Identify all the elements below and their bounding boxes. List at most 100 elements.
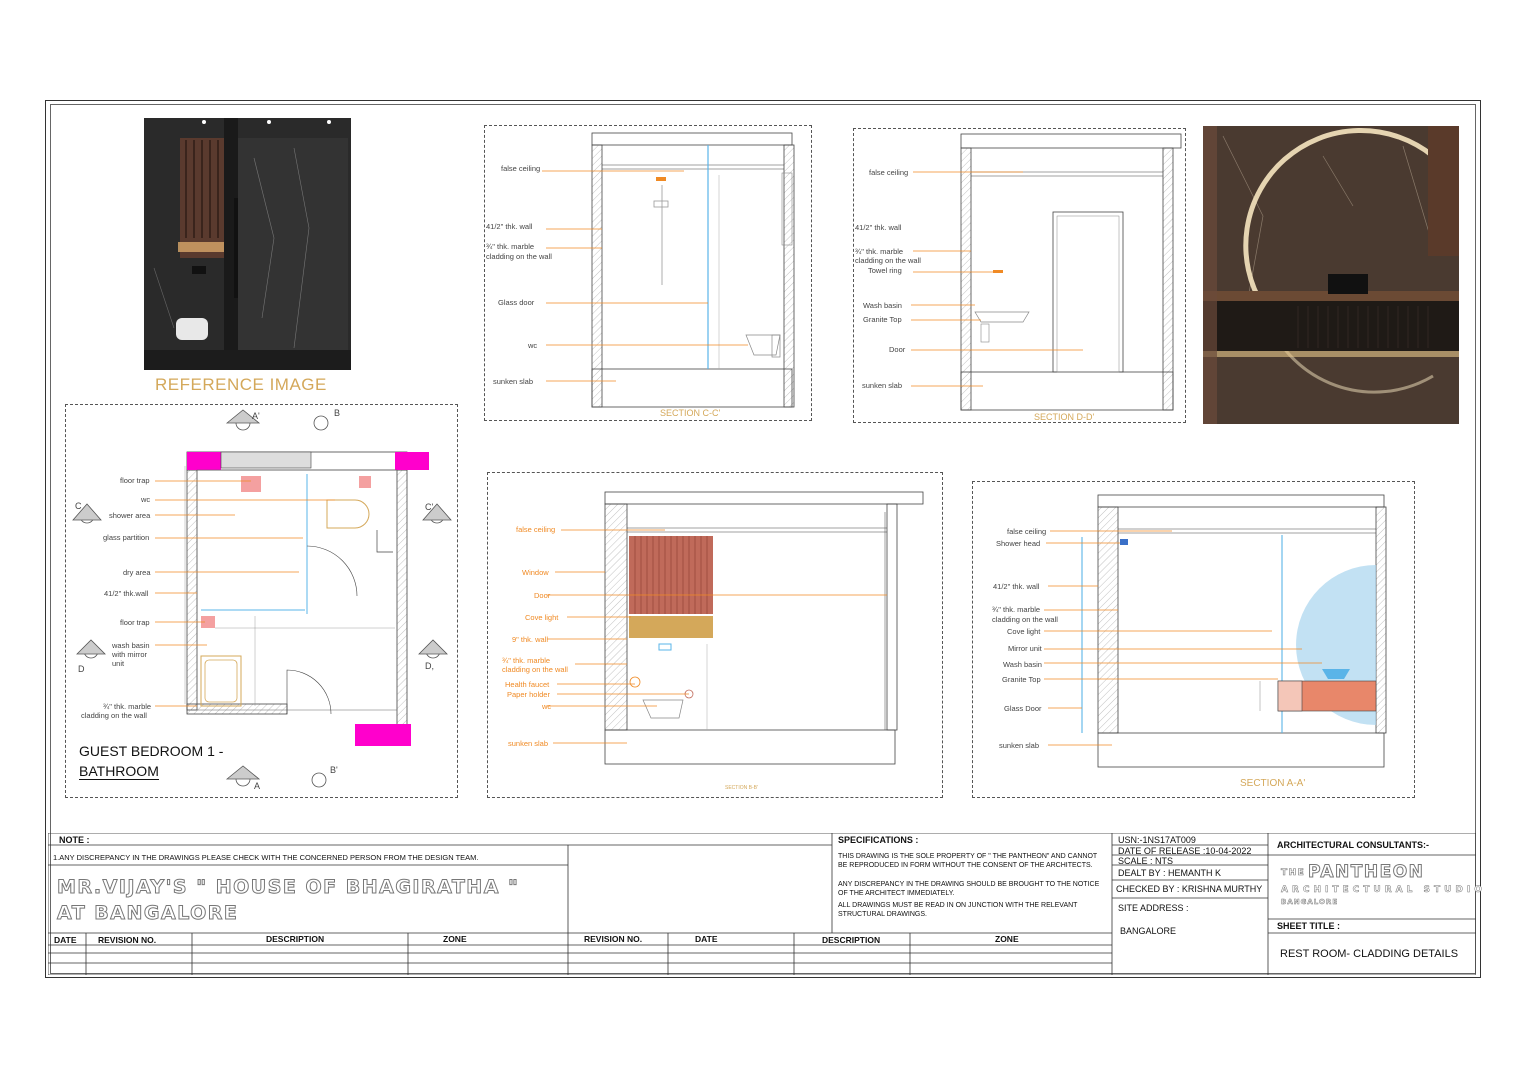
aa-label-glass-door: Glass Door <box>1004 704 1042 713</box>
plan-label-floor-trap-2: floor trap <box>120 618 150 627</box>
date-of-release: DATE OF RELEASE :10-04-2022 <box>1118 846 1252 856</box>
cc-label-sunken-slab: sunken slab <box>493 377 534 386</box>
plan-marker-b-bottom: B' <box>330 765 338 775</box>
dd-label-granite-top: Granite Top <box>863 315 902 324</box>
plan-label-wc: wc <box>141 495 151 504</box>
project-name-line1: MR.VIJAY'S " HOUSE OF BHAGIRATHA " <box>56 876 520 899</box>
dd-label-towel-ring: Towel ring <box>868 266 902 275</box>
dd-label-wash-basin: Wash basin <box>863 301 902 310</box>
project-name-line2: AT BANGALORE <box>56 902 239 925</box>
rev-header-date-2: DATE <box>695 934 718 944</box>
cc-label-wc: wc <box>528 341 538 350</box>
usn: USN:-1NS17AT009 <box>1118 835 1196 845</box>
note-text: 1.ANY DISCREPANCY IN THE DRAWINGS PLEASE… <box>53 853 479 862</box>
bb-label-sunken-slab: sunken slab <box>508 739 549 748</box>
floor-plan-drawing <box>72 409 452 788</box>
plan-label-wall: 41/2" thk.wall <box>104 589 149 598</box>
aa-label-wall: 41/2" thk. wall <box>993 582 1040 591</box>
spec-header: SPECIFICATIONS : <box>838 835 919 845</box>
section-bb-drawing <box>547 491 924 765</box>
bb-label-health-faucet: Health faucet <box>505 680 550 689</box>
reference-image-left <box>144 118 351 370</box>
aa-label-granite-top: Granite Top <box>1002 675 1041 684</box>
plan-marker-d-left: D <box>78 664 85 674</box>
rev-header-revision: REVISION NO. <box>98 935 157 945</box>
dd-label-cladding: cladding on the wall <box>855 256 921 265</box>
rev-header-description-2: DESCRIPTION <box>822 935 881 945</box>
plan-label-shower-area: shower area <box>109 511 151 520</box>
sheet-title-header: SHEET TITLE : <box>1277 921 1340 931</box>
plan-marker-c-left: C <box>75 501 82 511</box>
site-address: BANGALORE <box>1120 926 1177 936</box>
spec-1: THIS DRAWING IS THE SOLE PROPERTY OF " T… <box>838 853 1098 869</box>
bb-label-marble: ¾" thk. marble <box>502 656 551 665</box>
rev-header-zone: ZONE <box>443 934 467 944</box>
bb-label-wall: 9" thk. wall <box>512 635 549 644</box>
sheet-title: REST ROOM- CLADDING DETAILS <box>1280 948 1459 960</box>
firm-sub: ARCHITECTURAL STUDIO <box>1281 885 1486 896</box>
rev-header-revision-2: REVISION NO. <box>584 934 643 944</box>
spec-2: ANY DISCREPANCY IN THE DRAWING SHOULD BE… <box>838 881 1100 897</box>
plan-marker-a-top: A' <box>252 411 260 421</box>
plan-label-unit: unit <box>112 659 125 668</box>
reference-image-title: REFERENCE IMAGE <box>155 375 327 394</box>
section-bb-title: SECTION B-B' <box>725 785 758 791</box>
plan-label-with-mirror: with mirror <box>112 650 147 659</box>
plan-label-marble: ¾" thk. marble <box>103 702 152 711</box>
aa-label-false-ceiling: false ceiling <box>1007 527 1047 536</box>
aa-label-cladding: cladding on the wall <box>992 615 1058 624</box>
cc-label-glass-door: Glass door <box>498 298 535 307</box>
dd-label-sunken-slab: sunken slab <box>862 381 903 390</box>
consultants-header: ARCHITECTURAL CONSULTANTS:- <box>1277 840 1429 850</box>
plan-title-line1: GUEST BEDROOM 1 - <box>79 743 224 759</box>
bb-label-cladding: cladding on the wall <box>502 665 568 674</box>
reference-photo-left-svg <box>144 118 351 370</box>
cc-label-false-ceiling: false ceiling <box>501 164 541 173</box>
rev-header-date: DATE <box>54 935 77 945</box>
bb-label-false-ceiling: false ceiling <box>516 525 556 534</box>
site-address-header: SITE ADDRESS : <box>1118 903 1189 913</box>
dd-label-marble: ¾" thk. marble <box>855 247 904 256</box>
scale: SCALE : NTS <box>1118 856 1174 866</box>
cc-label-marble: ¾" thk. marble <box>486 242 535 251</box>
aa-label-cove-light: Cove light <box>1007 627 1041 636</box>
reference-image-right <box>1203 126 1459 424</box>
section-dd-title: SECTION D-D' <box>1034 412 1095 422</box>
aa-label-sunken-slab: sunken slab <box>999 741 1040 750</box>
section-cc-title: SECTION C-C' <box>660 408 721 418</box>
firm-city: BANGALORE <box>1281 898 1339 907</box>
bb-label-cove-light: Cove light <box>525 613 559 622</box>
checked-by: CHECKED BY : KRISHNA MURTHY <box>1116 884 1263 894</box>
dd-label-wall: 41/2" thk. wall <box>855 223 902 232</box>
firm-the: THE <box>1281 868 1306 879</box>
plan-label-wash-basin: wash basin <box>112 641 150 650</box>
plan-title-line2: BATHROOM <box>79 763 159 780</box>
spec-3: ALL DRAWINGS MUST BE READ IN ON JUNCTION… <box>838 902 1078 918</box>
plan-label-dry-area: dry area <box>123 568 151 577</box>
plan-label-glass-partition: glass partition <box>103 533 150 542</box>
bb-label-window: Window <box>522 568 549 577</box>
rev-header-description: DESCRIPTION <box>266 934 325 944</box>
plan-marker-d-right: D, <box>425 661 434 671</box>
cc-label-cladding: cladding on the wall <box>486 252 552 261</box>
reference-photo-right-svg <box>1203 126 1459 424</box>
plan-marker-c-right: C' <box>425 502 434 512</box>
dd-label-false-ceiling: false ceiling <box>869 168 909 177</box>
dd-label-door: Door <box>889 345 906 354</box>
rev-header-zone-2: ZONE <box>995 934 1019 944</box>
plan-label-cladding: cladding on the wall <box>81 711 147 720</box>
bb-label-wc: wc <box>542 702 552 711</box>
aa-label-shower-head: Shower head <box>996 539 1041 548</box>
bb-label-paper-holder: Paper holder <box>507 690 550 699</box>
plan-label-floor-trap-1: floor trap <box>120 476 150 485</box>
aa-label-mirror-unit: Mirror unit <box>1008 644 1042 653</box>
aa-label-marble: ¾" thk. marble <box>992 605 1041 614</box>
cc-label-wall: 41/2" thk. wall <box>486 222 533 231</box>
note-header: NOTE : <box>59 835 90 845</box>
dealt-by: DEALT BY : HEMANTH K <box>1118 868 1222 878</box>
aa-label-wash-basin: Wash basin <box>1003 660 1042 669</box>
plan-marker-b-top: B <box>334 408 341 418</box>
section-aa-title: SECTION A-A' <box>1240 778 1306 789</box>
bb-label-door: Door <box>534 591 551 600</box>
firm-name: PANTHEON <box>1307 862 1425 883</box>
